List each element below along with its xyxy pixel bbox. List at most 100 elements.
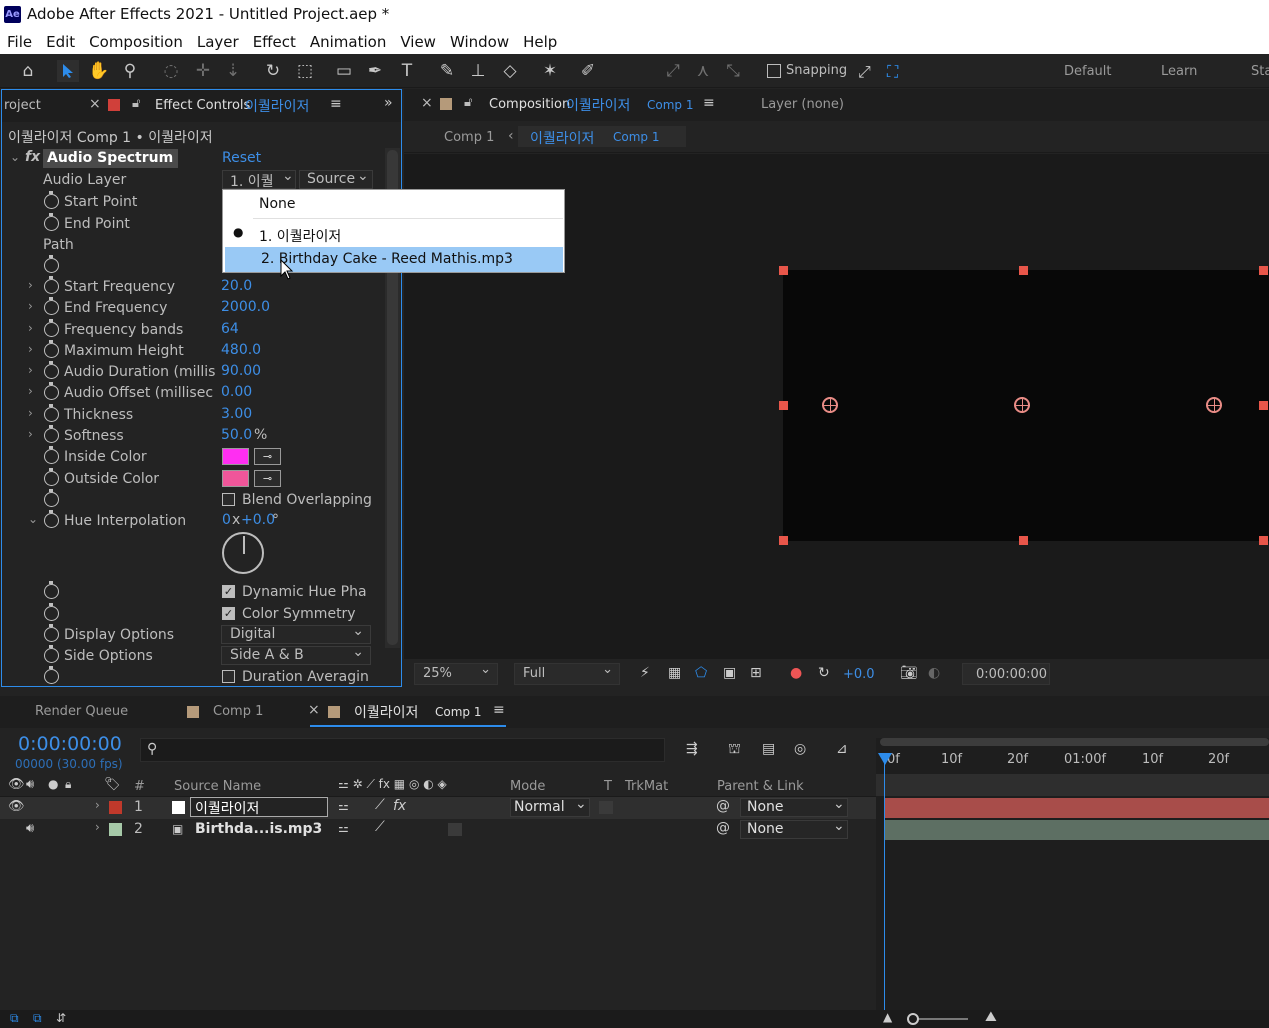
prop-value[interactable]: 0.00: [221, 384, 252, 400]
current-time-indicator[interactable]: [884, 754, 885, 1010]
chevron-right-icon[interactable]: ›: [28, 363, 33, 377]
close-icon[interactable]: ×: [421, 95, 433, 111]
menu-window[interactable]: Window: [443, 33, 516, 51]
tab-active-comp-suffix[interactable]: Comp 1: [435, 705, 481, 719]
stopwatch-icon[interactable]: [44, 255, 59, 273]
layer-label-color[interactable]: [109, 823, 122, 836]
playhead-icon[interactable]: [878, 753, 892, 765]
clone-stamp-icon[interactable]: ⊥: [467, 60, 489, 82]
stopwatch-icon[interactable]: [44, 340, 59, 358]
zoom-in-icon[interactable]: ⛰: [985, 1009, 997, 1025]
tab-composition[interactable]: Composition: [489, 97, 570, 112]
draft-3d-icon[interactable]: ⛫: [728, 741, 741, 759]
transform-handle[interactable]: [1259, 536, 1268, 545]
exposure-value[interactable]: +0.0: [843, 667, 875, 682]
tab-project[interactable]: roject: [4, 98, 41, 113]
reset-exposure-icon[interactable]: ↻: [818, 665, 830, 681]
zoom-dropdown[interactable]: 25%: [414, 660, 498, 685]
chevron-right-icon[interactable]: ›: [28, 384, 33, 398]
menu-view[interactable]: View: [393, 33, 443, 51]
stopwatch-icon[interactable]: [44, 510, 59, 528]
snap-edges-icon[interactable]: ⤢: [858, 62, 871, 82]
panel-menu-icon[interactable]: ≡: [330, 96, 342, 112]
transform-handle[interactable]: [1259, 401, 1268, 410]
type-tool-icon[interactable]: T: [396, 60, 418, 82]
stopwatch-icon[interactable]: [44, 446, 59, 464]
eyedropper-icon[interactable]: ⊸: [254, 448, 281, 465]
hand-tool-icon[interactable]: ✋: [88, 60, 110, 82]
close-icon[interactable]: ×: [89, 96, 101, 112]
popup-item-birthday-cake[interactable]: 2. Birthday Cake - Reed Mathis.mp3: [225, 247, 563, 272]
hue-degrees[interactable]: +0.0: [241, 512, 275, 528]
chevron-right-icon[interactable]: ›: [28, 321, 33, 335]
tab-effect-controls-layer[interactable]: 이퀄라이저: [245, 96, 309, 116]
eyedropper-icon[interactable]: ⊸: [254, 470, 281, 487]
prop-value[interactable]: 64: [221, 321, 239, 337]
layer-switches-icon[interactable]: ⧉: [10, 1011, 19, 1026]
comp-canvas[interactable]: [779, 266, 1269, 545]
stopwatch-icon[interactable]: [44, 276, 59, 294]
time-navigator[interactable]: [880, 738, 1269, 746]
stopwatch-icon[interactable]: [44, 297, 59, 315]
prop-value[interactable]: 50.0: [221, 427, 252, 443]
tab-active-comp-name[interactable]: 이퀄라이저: [354, 702, 418, 722]
prop-value[interactable]: 90.00: [221, 363, 261, 379]
effect-name[interactable]: Audio Spectrum: [47, 150, 173, 166]
transform-handle[interactable]: [779, 401, 788, 410]
popup-item-none[interactable]: None: [223, 192, 564, 217]
shy-switch-icon[interactable]: ⚍: [338, 821, 349, 835]
axis-view-icon[interactable]: ⤡: [722, 60, 744, 82]
viewer-timecode[interactable]: 0:00:00:00: [976, 667, 1047, 682]
puppet-tool-icon[interactable]: ✶: [539, 60, 561, 82]
label-tag-icon[interactable]: 🏷︎: [104, 777, 121, 792]
hue-revolutions[interactable]: 0: [222, 512, 231, 528]
workspace-standard[interactable]: Sta: [1251, 64, 1269, 79]
tab-comp-1[interactable]: Comp 1: [213, 704, 263, 719]
stopwatch-icon[interactable]: [44, 468, 59, 486]
solo-icon[interactable]: ●: [48, 777, 58, 791]
workspace-learn[interactable]: Learn: [1161, 64, 1197, 79]
layer-label-color[interactable]: [109, 801, 122, 814]
prop-value[interactable]: 480.0: [221, 342, 261, 358]
quality-switch-icon[interactable]: ⟋: [375, 819, 385, 835]
anchor-point-crosshair-icon[interactable]: [1014, 397, 1030, 413]
axis-local-icon[interactable]: ⤢: [662, 60, 684, 82]
mask-path-icon[interactable]: ⬠: [695, 665, 707, 681]
chevron-right-icon[interactable]: ›: [28, 299, 33, 313]
panel-menu-icon[interactable]: ≡: [703, 95, 715, 111]
chevron-right-icon[interactable]: ›: [28, 278, 33, 292]
rectangle-tool-icon[interactable]: ▭: [333, 60, 355, 82]
stopwatch-icon[interactable]: [44, 489, 59, 507]
pan-tool-icon[interactable]: ✛: [192, 60, 214, 82]
audio-icon[interactable]: 🔊︎: [26, 777, 34, 792]
fx-toggle-icon[interactable]: fx: [25, 149, 40, 165]
expand-panels-icon[interactable]: »: [384, 95, 393, 111]
quality-switch-icon[interactable]: ⟋: [375, 797, 385, 813]
in-out-icon[interactable]: ⇵: [56, 1011, 66, 1025]
tab-layer[interactable]: Layer (none): [761, 97, 844, 112]
menu-effect[interactable]: Effect: [246, 33, 303, 51]
speaker-icon[interactable]: 🔊︎: [26, 821, 34, 836]
guides-icon[interactable]: ⊞: [750, 665, 762, 681]
stopwatch-icon[interactable]: [44, 382, 59, 400]
dynamic-hue-phase-checkbox[interactable]: ✓: [222, 585, 235, 598]
pick-whip-icon[interactable]: @: [716, 798, 730, 814]
reset-link[interactable]: Reset: [222, 150, 261, 166]
stopwatch-icon[interactable]: [44, 645, 59, 663]
side-options-dropdown[interactable]: Side A & B: [221, 644, 371, 665]
tab-effect-controls[interactable]: Effect Controls: [155, 98, 250, 113]
start-point-crosshair-icon[interactable]: [822, 397, 838, 413]
home-icon[interactable]: ⌂: [17, 60, 39, 82]
brush-tool-icon[interactable]: ✎: [436, 60, 458, 82]
menu-composition[interactable]: Composition: [82, 33, 190, 51]
chevron-right-icon[interactable]: ›: [28, 342, 33, 356]
lock-icon[interactable]: 🔓︎: [132, 96, 140, 111]
inside-color-swatch[interactable]: [222, 448, 249, 465]
transparency-grid-icon[interactable]: ▦: [668, 665, 681, 681]
frame-blending-icon[interactable]: ▤: [762, 741, 775, 757]
zoom-out-icon[interactable]: ▲: [883, 1010, 892, 1024]
timeline-timecode[interactable]: 0:00:00:00: [18, 733, 122, 755]
shy-switch-icon[interactable]: ⚍: [338, 799, 349, 813]
comp-mini-flowchart-icon[interactable]: ⇶: [686, 741, 698, 757]
orbit-tool-icon[interactable]: ◌: [160, 60, 182, 82]
